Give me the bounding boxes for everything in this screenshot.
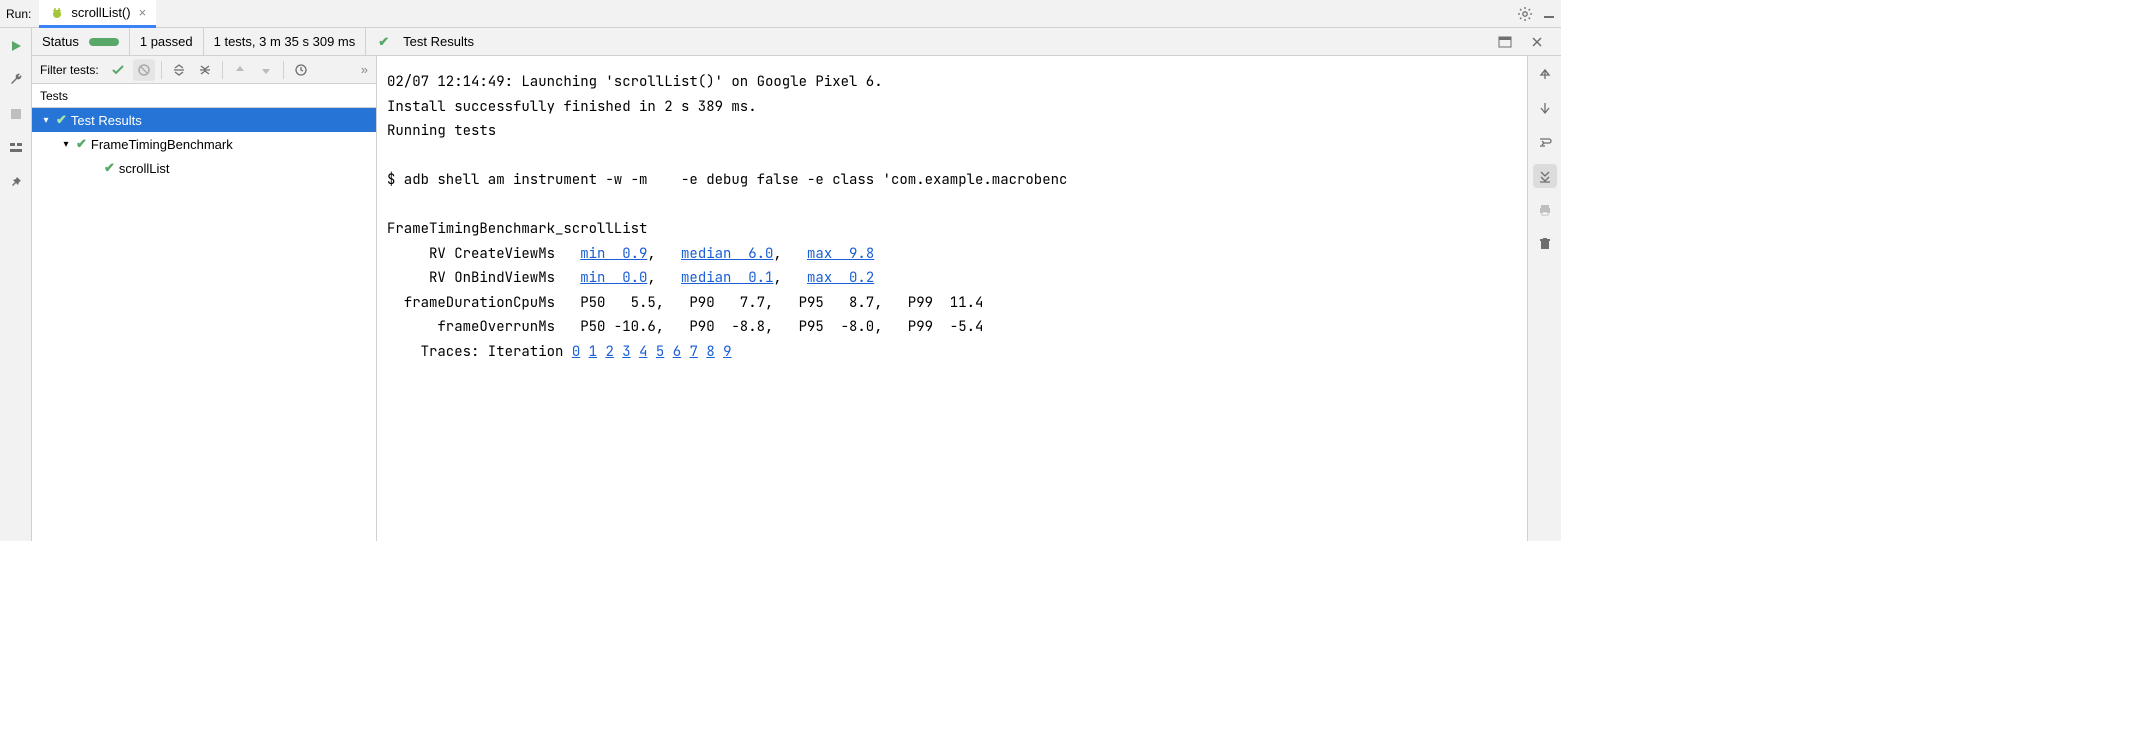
test-tree[interactable]: ▾ ✔ Test Results ▾ ✔ FrameTimingBenchmar… bbox=[32, 108, 376, 541]
rv-create-med-link[interactable]: median 6.0 bbox=[681, 245, 773, 263]
tree-method-label: scrollList bbox=[119, 161, 170, 176]
rv-bind-min-link[interactable]: min 0.0 bbox=[580, 269, 647, 287]
toggle-layout-button[interactable] bbox=[1493, 30, 1517, 54]
tree-class-label: FrameTimingBenchmark bbox=[91, 137, 233, 152]
trace-link-5[interactable]: 5 bbox=[656, 343, 664, 361]
history-button[interactable] bbox=[290, 59, 312, 81]
trace-link-0[interactable]: 0 bbox=[572, 343, 580, 361]
trace-link-3[interactable]: 3 bbox=[622, 343, 630, 361]
check-icon: ✔ bbox=[378, 34, 389, 50]
run-label: Run: bbox=[6, 7, 31, 21]
layout-icon[interactable] bbox=[4, 136, 28, 160]
show-passed-button[interactable] bbox=[107, 59, 129, 81]
scroll-up-button[interactable] bbox=[1533, 62, 1557, 86]
tree-root-row[interactable]: ▾ ✔ Test Results bbox=[32, 108, 376, 132]
left-toolbar bbox=[0, 28, 32, 541]
trace-link-7[interactable]: 7 bbox=[690, 343, 698, 361]
tab-bar: Run: scrollList() × bbox=[0, 0, 1561, 28]
rv-create-max-link[interactable]: max 9.8 bbox=[807, 245, 874, 263]
pin-icon[interactable] bbox=[4, 170, 28, 194]
trace-link-1[interactable]: 1 bbox=[589, 343, 597, 361]
tree-root-label: Test Results bbox=[71, 113, 142, 128]
trace-link-6[interactable]: 6 bbox=[673, 343, 681, 361]
filter-toolbar: Filter tests: bbox=[32, 56, 376, 84]
wrench-icon[interactable] bbox=[4, 68, 28, 92]
overflow-button[interactable]: » bbox=[361, 62, 368, 77]
rv-bind-max-link[interactable]: max 0.2 bbox=[807, 269, 874, 287]
check-icon: ✔ bbox=[104, 160, 115, 176]
print-button[interactable] bbox=[1533, 198, 1557, 222]
scroll-down-button[interactable] bbox=[1533, 96, 1557, 120]
check-icon: ✔ bbox=[76, 136, 87, 152]
tab-label: scrollList() bbox=[71, 5, 130, 20]
trace-link-4[interactable]: 4 bbox=[639, 343, 647, 361]
close-icon[interactable]: × bbox=[139, 5, 147, 20]
collapse-all-button[interactable] bbox=[194, 59, 216, 81]
run-tab[interactable]: scrollList() × bbox=[39, 0, 156, 28]
next-test-button[interactable] bbox=[255, 59, 277, 81]
trace-link-8[interactable]: 8 bbox=[706, 343, 714, 361]
trace-link-9[interactable]: 9 bbox=[723, 343, 731, 361]
status-bar: Status 1 passed 1 tests, 3 m 35 s 309 ms… bbox=[32, 28, 1561, 56]
console-toolbar bbox=[1527, 56, 1561, 541]
expand-all-button[interactable] bbox=[168, 59, 190, 81]
tree-method-row[interactable]: ✔ scrollList bbox=[32, 156, 376, 180]
show-ignored-button[interactable] bbox=[133, 59, 155, 81]
stop-button[interactable] bbox=[4, 102, 28, 126]
chevron-down-icon: ▾ bbox=[40, 115, 52, 126]
prev-test-button[interactable] bbox=[229, 59, 251, 81]
run-button[interactable] bbox=[4, 34, 28, 58]
android-icon bbox=[49, 4, 65, 20]
tests-column-header: Tests bbox=[32, 84, 376, 108]
test-summary: 1 tests, 3 m 35 s 309 ms bbox=[214, 34, 356, 49]
tree-class-row[interactable]: ▾ ✔ FrameTimingBenchmark bbox=[32, 132, 376, 156]
scroll-to-end-button[interactable] bbox=[1533, 164, 1557, 188]
rv-bind-med-link[interactable]: median 0.1 bbox=[681, 269, 773, 287]
status-title: Test Results bbox=[403, 34, 474, 49]
test-tree-panel: Filter tests: bbox=[32, 56, 377, 541]
passed-count: 1 passed bbox=[140, 34, 193, 49]
console-output[interactable]: 02/07 12:14:49: Launching 'scrollList()'… bbox=[377, 56, 1527, 541]
rv-create-min-link[interactable]: min 0.9 bbox=[580, 245, 647, 263]
chevron-down-icon: ▾ bbox=[60, 139, 72, 150]
close-panel-button[interactable] bbox=[1525, 30, 1549, 54]
trash-button[interactable] bbox=[1533, 232, 1557, 256]
status-label: Status bbox=[42, 34, 79, 49]
soft-wrap-button[interactable] bbox=[1533, 130, 1557, 154]
filter-label: Filter tests: bbox=[40, 63, 99, 77]
status-progress bbox=[89, 38, 119, 46]
minimize-button[interactable] bbox=[1537, 2, 1561, 26]
trace-link-2[interactable]: 2 bbox=[605, 343, 613, 361]
check-icon: ✔ bbox=[56, 112, 67, 128]
settings-button[interactable] bbox=[1513, 2, 1537, 26]
